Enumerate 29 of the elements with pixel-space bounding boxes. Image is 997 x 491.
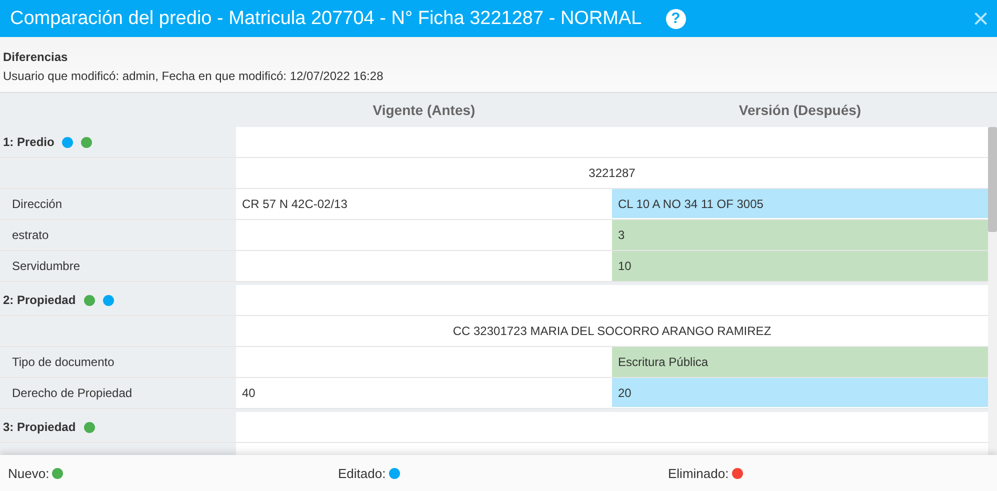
- table-cell-text: 3221287: [588, 165, 636, 182]
- table-cell: 3: [612, 220, 988, 250]
- legend-label: Eliminado:: [668, 466, 729, 480]
- scrollbar[interactable]: [988, 127, 997, 455]
- field-label: Servidumbre: [0, 251, 236, 281]
- table-cell-text: CR 57 N 42C-02/13: [241, 196, 348, 213]
- group-label: 1: Predio: [3, 135, 54, 149]
- legend-label: Nuevo:: [8, 466, 50, 480]
- window-title: Comparación del predio - Matricula 207704 - N° Ficha 3221287 - NORMAL: [10, 8, 642, 30]
- table-cell: 10: [612, 251, 988, 281]
- table-cell-text: 40: [241, 385, 256, 402]
- field-label: Tipo de documento: [0, 347, 236, 377]
- field-label: estrato: [0, 220, 236, 250]
- group-label: 3: Propiedad: [3, 420, 76, 434]
- field-label: Derecho de Propiedad: [0, 378, 236, 408]
- table-cell: Escritura Pública: [612, 347, 988, 377]
- table-cell: CL 10 A NO 34 11 OF 3005: [612, 189, 988, 219]
- scrollbar-thumb[interactable]: [988, 127, 997, 232]
- modification-info: Usuario que modificó: admin, Fecha en que modificó: 12/07/2022 16:28: [3, 69, 384, 83]
- close-button[interactable]: ×: [972, 4, 989, 32]
- column-header: Vigente (Antes): [372, 102, 476, 118]
- column-header: Versión (Después): [738, 102, 862, 118]
- field-label: Dirección: [0, 189, 236, 219]
- help-icon[interactable]: ?: [666, 8, 686, 28]
- legend-label: Editado:: [338, 466, 386, 480]
- group-label: 2: Propiedad: [3, 293, 76, 307]
- table-cell: 20: [612, 378, 988, 408]
- table-cell-text: CC 32301723 MARIA DEL SOCORRO ARANGO RAMIREZ: [452, 323, 772, 340]
- section-heading: Diferencias: [3, 50, 69, 64]
